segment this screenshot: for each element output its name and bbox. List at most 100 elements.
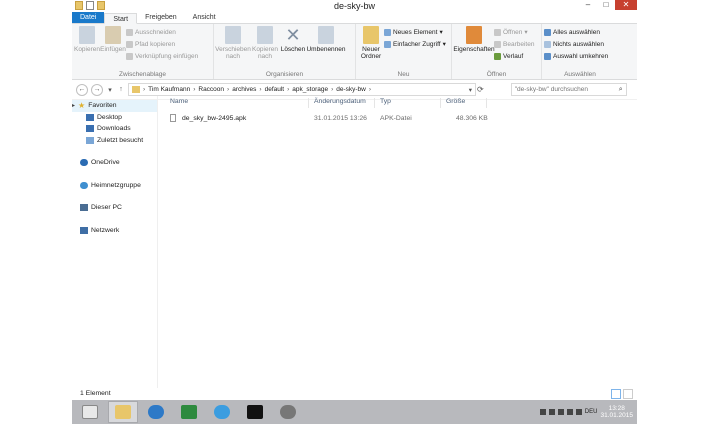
volume-icon[interactable]: [575, 409, 582, 415]
refresh-icon[interactable]: ⟳: [477, 85, 484, 94]
edit-icon: [494, 40, 501, 48]
column-name[interactable]: Name: [170, 98, 188, 105]
nav-onedrive[interactable]: OneDrive: [72, 157, 157, 169]
breadcrumb-separator: ›: [287, 86, 290, 93]
column-size[interactable]: Größe: [446, 98, 465, 105]
table-row[interactable]: de_sky_bw-2495.apk 31.01.2015 13:26 APK-…: [158, 113, 637, 125]
nav-recent[interactable]: Zuletzt besucht: [72, 135, 157, 147]
start-button[interactable]: [75, 401, 105, 423]
downloads-icon: [86, 125, 94, 133]
ribbon-tabs: Datei Start Freigeben Ansicht: [72, 12, 637, 24]
nav-homegroup[interactable]: Heimnetzgruppe: [72, 180, 157, 192]
properties-label: Eigenschaften: [453, 46, 495, 53]
tray-icon[interactable]: [539, 409, 546, 415]
maximize-button[interactable]: □: [597, 0, 615, 10]
nav-downloads[interactable]: Downloads: [72, 123, 157, 135]
copy-path-label: Pfad kopieren: [135, 40, 176, 48]
large-icons-view-button[interactable]: [623, 389, 633, 399]
column-type[interactable]: Typ: [380, 98, 391, 105]
taskbar-browser[interactable]: [141, 401, 171, 423]
cut-button[interactable]: Ausschneiden: [126, 27, 198, 37]
nav-recent-label: Zuletzt besucht: [97, 136, 144, 144]
taskbar-raccoon[interactable]: [273, 401, 303, 423]
open-button[interactable]: Öffnen ▾: [494, 27, 534, 37]
move-icon: [225, 26, 241, 44]
column-divider[interactable]: [308, 98, 309, 108]
folder-icon: [115, 405, 131, 419]
column-divider[interactable]: [486, 98, 487, 108]
edit-label: Bearbeiten: [503, 40, 535, 48]
breadcrumb-item[interactable]: de-sky-bw: [336, 86, 366, 93]
clock[interactable]: 13:28 31.01.2015: [600, 405, 633, 419]
taskbar-cmd[interactable]: [240, 401, 270, 423]
tab-start[interactable]: Start: [104, 13, 138, 24]
tray-icon[interactable]: [557, 409, 564, 415]
chevron-down-icon[interactable]: ▾: [469, 86, 472, 94]
tray-icon[interactable]: [548, 409, 555, 415]
new-item-button[interactable]: Neues Element ▾: [384, 27, 446, 37]
nav-desktop[interactable]: Desktop: [72, 112, 157, 124]
easy-access-button[interactable]: Einfacher Zugriff ▾: [384, 39, 446, 49]
address-bar[interactable]: › Tim Kaufmann › Raccoon › archives › defau…: [128, 83, 476, 96]
move-to-label-2: nach: [225, 53, 241, 60]
taskbar: DEU 13:28 31.01.2015: [72, 400, 637, 424]
copy-path-button[interactable]: Pfad kopieren: [126, 39, 198, 49]
windows-icon: [82, 405, 98, 419]
select-group: Alles auswählen Nichts auswählen Auswahl…: [542, 24, 618, 79]
open-group-label: Öffnen: [486, 71, 507, 78]
breadcrumb-item[interactable]: Raccoon: [198, 86, 224, 93]
history-label: Verlauf: [503, 52, 524, 60]
edit-button[interactable]: Bearbeiten: [494, 39, 534, 49]
search-input[interactable]: "de-sky-bw" durchsuchen ⌕: [510, 83, 627, 96]
rename-label: Umbenennen: [306, 46, 346, 53]
computer-icon: [80, 204, 88, 212]
tab-view[interactable]: Ansicht: [185, 12, 224, 23]
up-button[interactable]: ↑: [117, 86, 125, 93]
breadcrumb-item[interactable]: Tim Kaufmann: [148, 86, 190, 93]
breadcrumb-item[interactable]: default: [265, 86, 285, 93]
taskbar-explorer[interactable]: [108, 401, 138, 423]
recent-locations-button[interactable]: ▾: [106, 86, 114, 94]
nav-this-pc[interactable]: Dieser PC: [72, 202, 157, 214]
raccoon-icon: [280, 405, 296, 419]
column-headers: Name Änderungsdatum Typ Größe: [158, 98, 637, 108]
column-divider[interactable]: [374, 98, 375, 108]
language-indicator[interactable]: DEU: [585, 409, 598, 415]
details-view-button[interactable]: [611, 389, 621, 399]
select-all-button[interactable]: Alles auswählen: [544, 27, 608, 37]
history-button[interactable]: Verlauf: [494, 51, 534, 61]
taskbar-ie[interactable]: [207, 401, 237, 423]
browser-icon: [148, 405, 164, 419]
new-group-label: Neu: [397, 71, 410, 78]
nav-network[interactable]: Netzwerk: [72, 225, 157, 237]
homegroup-icon: [80, 181, 88, 189]
breadcrumb-item[interactable]: apk_storage: [292, 86, 328, 93]
taskbar-store[interactable]: [174, 401, 204, 423]
network-icon[interactable]: [566, 409, 573, 415]
star-icon: ★: [78, 101, 86, 111]
delete-icon: ✕: [285, 25, 301, 45]
minimize-button[interactable]: –: [579, 0, 597, 10]
clock-time: 13:28: [608, 405, 625, 412]
paste-shortcut-button[interactable]: Verknüpfung einfügen: [126, 51, 198, 61]
column-divider[interactable]: [440, 98, 441, 108]
nav-favorites[interactable]: ▸ ★ Favoriten: [72, 100, 157, 112]
clipboard-group: Kopieren Einfügen Ausschneiden Pfad kopi…: [72, 24, 214, 79]
new-folder-label-1: Neuer: [362, 46, 380, 53]
paste-icon: [105, 26, 121, 44]
column-date[interactable]: Änderungsdatum: [314, 98, 366, 105]
close-button[interactable]: ✕: [615, 0, 637, 10]
search-placeholder: "de-sky-bw" durchsuchen: [514, 86, 588, 93]
organize-group: Verschieben nach Kopieren nach ✕ Löschen…: [214, 24, 356, 79]
select-none-button[interactable]: Nichts auswählen: [544, 39, 608, 49]
back-button[interactable]: ←: [76, 83, 88, 96]
copy-to-label-1: Kopieren: [251, 46, 279, 53]
tab-file[interactable]: Datei: [72, 12, 105, 23]
copy-icon: [79, 26, 95, 44]
tab-share[interactable]: Freigeben: [137, 12, 185, 23]
file-list: Name Änderungsdatum Typ Größe de_sky_bw-…: [158, 96, 637, 388]
breadcrumb-item[interactable]: archives: [232, 86, 256, 93]
invert-selection-button[interactable]: Auswahl umkehren: [544, 51, 608, 61]
forward-button[interactable]: →: [91, 83, 103, 96]
select-group-label: Auswählen: [564, 71, 596, 78]
